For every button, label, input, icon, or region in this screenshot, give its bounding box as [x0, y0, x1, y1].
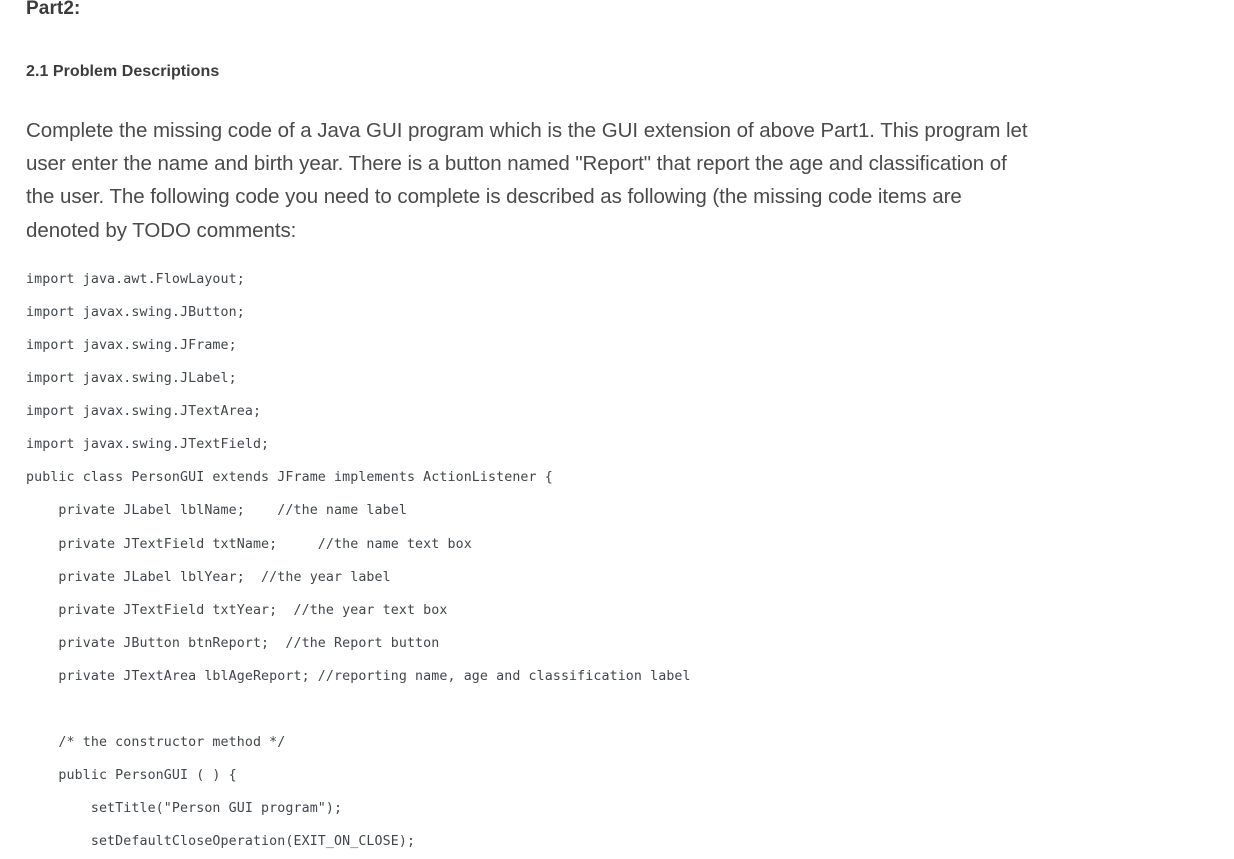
- code-line: private JTextField txtName; //the name t…: [26, 536, 472, 552]
- code-line: import javax.swing.JTextField;: [26, 437, 270, 453]
- code-line: private JTextArea lblAgeReport; //report…: [26, 668, 691, 684]
- code-line: private JLabel lblYear; //the year label: [26, 569, 391, 585]
- code-line: public PersonGUI ( ) {: [26, 768, 237, 784]
- page-title: Part2:: [26, 0, 81, 19]
- problem-description-paragraph: Complete the missing code of a Java GUI …: [26, 119, 1028, 242]
- code-line: /* the constructor method */: [26, 735, 286, 751]
- code-line: setTitle("Person GUI program");: [26, 801, 343, 817]
- code-line: import javax.swing.JTextArea;: [26, 404, 262, 420]
- code-line: private JButton btnReport; //the Report …: [26, 635, 440, 651]
- java-code-block: import java.awt.FlowLayout; import javax.…: [26, 263, 1234, 859]
- section-heading: 2.1 Problem Descriptions: [26, 63, 220, 80]
- document-page: Part2: 2.1 Problem Descriptions Complete…: [0, 0, 1234, 849]
- code-line: import java.awt.FlowLayout;: [26, 271, 245, 287]
- code-line: import javax.swing.JFrame;: [26, 338, 237, 353]
- code-line: private JLabel lblName; //the name label: [26, 503, 407, 519]
- code-line: public class PersonGUI extends JFrame im…: [26, 470, 553, 486]
- code-line: import javax.swing.JLabel;: [26, 371, 237, 387]
- code-line: setDefaultCloseOperation(EXIT_ON_CLOSE);: [26, 834, 416, 850]
- code-line: import javax.swing.JButton;: [26, 304, 245, 320]
- code-line: private JTextField txtYear; //the year t…: [26, 602, 448, 618]
